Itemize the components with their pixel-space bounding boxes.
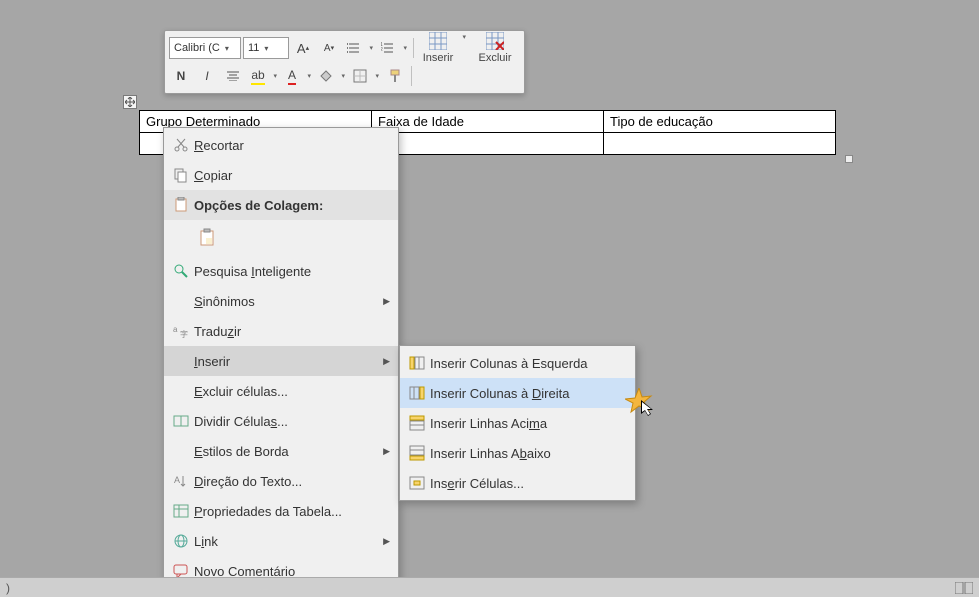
submenu-insert-rows-above[interactable]: Inserir Linhas Acima — [400, 408, 635, 438]
numbered-list-button[interactable]: 12 — [377, 37, 409, 59]
status-right — [955, 581, 973, 595]
paste-keep-source-button[interactable] — [194, 224, 222, 252]
table-resize-handle[interactable] — [845, 155, 853, 163]
insert-cells-icon — [404, 475, 430, 491]
grow-font-button[interactable]: A▴ — [291, 37, 315, 59]
font-name-value: Calibri (C — [174, 42, 220, 54]
font-name-combo[interactable]: Calibri (C ▾ — [169, 37, 241, 59]
submenu-insert-cells[interactable]: Inserir Células... — [400, 468, 635, 498]
menu-item-translate[interactable]: a字 Traduzir — [164, 316, 398, 346]
link-icon — [168, 533, 194, 549]
borders-icon — [353, 69, 367, 83]
menu-item-delete-cells[interactable]: Excluir células... — [164, 376, 398, 406]
insert-table-button[interactable]: Inserir — [418, 26, 468, 70]
search-icon — [168, 263, 194, 279]
svg-text:字: 字 — [180, 329, 188, 339]
svg-text:A: A — [174, 475, 180, 485]
translate-icon: a字 — [168, 323, 194, 339]
chevron-right-icon: ▶ — [383, 446, 390, 457]
insert-col-left-icon — [404, 355, 430, 371]
menu-item-smart-lookup[interactable]: Pesquisa Inteligente — [164, 256, 398, 286]
chevron-down-icon[interactable]: ▾ — [222, 43, 232, 53]
insert-row-below-icon — [404, 445, 430, 461]
menu-item-cut[interactable]: Recortar — [164, 130, 398, 160]
table-delete-icon — [486, 32, 504, 50]
status-bar: ) — [0, 577, 979, 597]
insert-col-right-icon — [404, 385, 430, 401]
scissors-icon — [168, 137, 194, 153]
menu-item-split-cells[interactable]: Dividir Células... — [164, 406, 398, 436]
table-header-cell[interactable]: Faixa de Idade — [372, 111, 604, 133]
align-button[interactable] — [221, 65, 245, 87]
submenu-insert-cols-right[interactable]: Inserir Colunas à Direita — [400, 378, 635, 408]
mini-toolbar: Calibri (C ▾ 11 ▾ A▴ A▾ 12 Inserir Exclu… — [164, 30, 525, 94]
paste-options-row — [164, 220, 398, 256]
svg-text:2: 2 — [381, 47, 383, 53]
table-properties-icon — [168, 503, 194, 519]
font-size-value: 11 — [248, 42, 259, 54]
font-color-button[interactable]: A — [281, 65, 313, 87]
insert-row-above-icon — [404, 415, 430, 431]
menu-item-synonyms[interactable]: Sinônimos ▶ — [164, 286, 398, 316]
shrink-font-button[interactable]: A▾ — [317, 37, 341, 59]
table-header-cell[interactable]: Tipo de educação — [604, 111, 836, 133]
cursor-icon — [641, 400, 655, 416]
list-button[interactable] — [343, 37, 375, 59]
paint-bucket-icon — [319, 69, 333, 83]
menu-item-text-direction[interactable]: A Direção do Texto... — [164, 466, 398, 496]
submenu-insert-cols-left[interactable]: Inserir Colunas à Esquerda — [400, 348, 635, 378]
menu-item-copy[interactable]: Copiar — [164, 160, 398, 190]
read-mode-icon[interactable] — [955, 581, 973, 595]
toolbar-row-1: Calibri (C ▾ 11 ▾ A▴ A▾ 12 Inserir Exclu… — [169, 35, 520, 61]
menu-item-insert[interactable]: Inserir ▶ — [164, 346, 398, 376]
borders-button[interactable] — [349, 65, 381, 87]
font-size-combo[interactable]: 11 ▾ — [243, 37, 289, 59]
svg-text:a: a — [173, 325, 178, 334]
paste-options-label: Opções de Colagem: — [194, 198, 390, 213]
table-cell[interactable] — [372, 133, 604, 155]
clipboard-icon — [168, 197, 194, 213]
delete-label: Excluir — [478, 52, 511, 64]
paste-options-header: Opções de Colagem: — [164, 190, 398, 220]
menu-item-border-styles[interactable]: Estilos de Borda ▶ — [164, 436, 398, 466]
align-center-icon — [227, 71, 239, 81]
chevron-down-icon[interactable]: ▾ — [261, 43, 271, 53]
move-icon — [125, 97, 135, 107]
separator — [413, 38, 414, 58]
separator — [411, 66, 412, 86]
paste-icon — [198, 228, 218, 248]
bold-button[interactable]: N — [169, 65, 193, 87]
format-painter-button[interactable] — [383, 65, 407, 87]
menu-item-table-properties[interactable]: Propriedades da Tabela... — [164, 496, 398, 526]
highlight-button[interactable]: ab — [247, 65, 279, 87]
insert-submenu: Inserir Colunas à Esquerda Inserir Colun… — [399, 345, 636, 501]
submenu-label: Inserir Colunas à Esquerda — [430, 356, 627, 371]
delete-table-button[interactable]: Excluir — [470, 26, 520, 70]
status-left: ) — [6, 581, 10, 595]
text-direction-icon: A — [168, 473, 194, 489]
table-cell[interactable] — [604, 133, 836, 155]
italic-button[interactable]: I — [195, 65, 219, 87]
submenu-insert-rows-below[interactable]: Inserir Linhas Abaixo — [400, 438, 635, 468]
chevron-right-icon: ▶ — [383, 356, 390, 367]
insert-label: Inserir — [423, 52, 454, 64]
split-cells-icon — [168, 413, 194, 429]
table-move-handle[interactable] — [123, 95, 137, 109]
menu-item-link[interactable]: Link ▶ — [164, 526, 398, 556]
context-menu: Recortar Copiar Opções de Colagem: Pesqu… — [163, 127, 399, 589]
brush-icon — [388, 69, 402, 83]
table-grid-icon — [429, 32, 447, 50]
copy-icon — [168, 167, 194, 183]
chevron-right-icon: ▶ — [383, 536, 390, 547]
shading-button[interactable] — [315, 65, 347, 87]
chevron-right-icon: ▶ — [383, 296, 390, 307]
